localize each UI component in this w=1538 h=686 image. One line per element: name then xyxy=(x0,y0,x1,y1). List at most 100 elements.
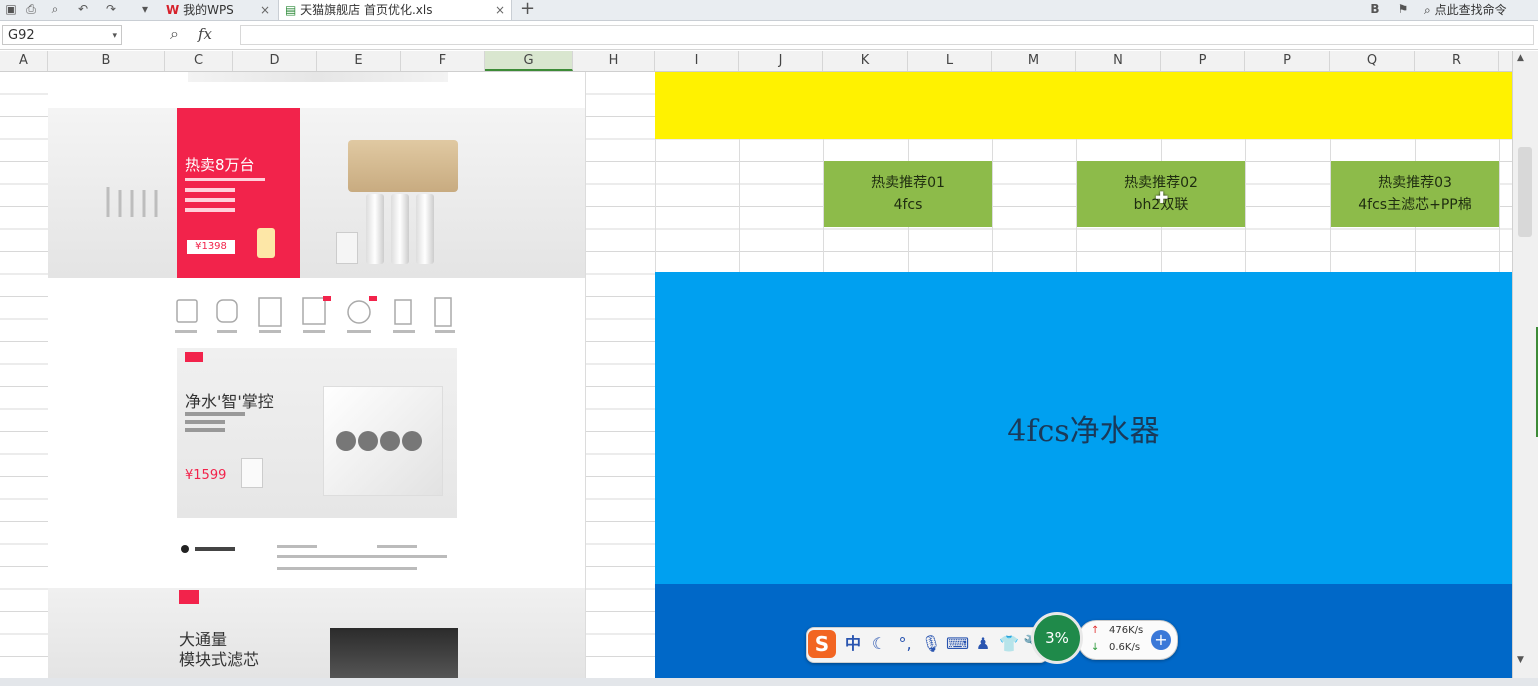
gift-icon xyxy=(257,228,275,258)
skin-icon[interactable]: B xyxy=(1368,2,1382,16)
search-icon: ⌕ xyxy=(1424,3,1431,17)
filter-cartridge xyxy=(366,194,384,264)
main-product-block[interactable]: 4fcs净水器 xyxy=(655,272,1512,584)
upload-speed: 476K/s xyxy=(1109,625,1144,636)
microphone-icon[interactable]: 🎙 xyxy=(920,632,942,656)
hot-recommend-cell-1[interactable]: 热卖推荐01 4fcs xyxy=(824,161,992,227)
glass-icon xyxy=(241,458,263,488)
download-icon: ↓ xyxy=(1091,642,1100,653)
grid-line xyxy=(585,72,586,678)
flag-icon[interactable]: ⚑ xyxy=(1396,2,1410,16)
new-tab-button[interactable]: + xyxy=(520,0,535,19)
close-icon[interactable]: × xyxy=(260,0,270,20)
column-header[interactable]: I xyxy=(655,51,739,71)
moon-icon[interactable]: ☾ xyxy=(868,632,890,656)
cell-title: 热卖推荐03 xyxy=(1378,175,1452,191)
vertical-scrollbar[interactable]: ▲ ▼ xyxy=(1512,51,1538,678)
command-search-label: 点此查找命令 xyxy=(1434,3,1507,17)
tab-my-wps[interactable]: W 我的WPS × xyxy=(160,0,278,20)
column-header[interactable]: E xyxy=(317,51,401,71)
tab-label: 天猫旗舰店 首页优化.xls xyxy=(300,3,433,17)
chevron-down-icon[interactable]: ▾ xyxy=(138,2,152,16)
filter-module-image xyxy=(330,628,458,678)
promo-feature xyxy=(185,188,235,192)
undo-icon[interactable]: ↶ xyxy=(76,2,90,16)
accelerate-plus-icon[interactable]: + xyxy=(1151,630,1171,650)
preview-icon[interactable]: ⌕ xyxy=(48,2,62,16)
cell-subtitle: 4fcs xyxy=(893,197,923,213)
image-top-strip xyxy=(188,72,448,82)
wps-logo-icon: W xyxy=(166,3,180,17)
cell-title: 热卖推荐01 xyxy=(871,175,945,191)
column-header[interactable]: L xyxy=(908,51,992,71)
price-tag: ¥1398 xyxy=(187,240,235,254)
punctuation-icon[interactable]: °, xyxy=(894,632,916,656)
feature-line xyxy=(185,412,245,416)
chevron-down-icon[interactable]: ▾ xyxy=(112,26,117,46)
save-icon[interactable]: ▣ xyxy=(4,2,18,16)
red-promo-panel: 热卖8万台 ¥1398 xyxy=(177,108,300,278)
column-header[interactable]: M xyxy=(992,51,1076,71)
tab-label: 我的WPS xyxy=(183,3,234,17)
command-search[interactable]: ⌕ 点此查找命令 xyxy=(1424,0,1507,20)
feature-icon-row xyxy=(173,296,463,336)
column-header[interactable]: C xyxy=(165,51,233,71)
main-product-label: 4fcs净水器 xyxy=(1007,414,1160,449)
hot-recommend-cell-3[interactable]: 热卖推荐03 4fcs主滤芯+PP棉 xyxy=(1331,161,1499,227)
banner-2: 净水'智'掌控 ¥1599 xyxy=(177,348,457,518)
shirt-icon[interactable]: 👕 xyxy=(998,632,1020,656)
redo-icon[interactable]: ↷ xyxy=(104,2,118,16)
red-badge xyxy=(179,590,199,604)
column-header[interactable]: N xyxy=(1076,51,1161,71)
promo-title: 热卖8万台 xyxy=(185,156,255,174)
column-header[interactable]: F xyxy=(401,51,485,71)
tab-spreadsheet[interactable]: ▤ 天猫旗舰店 首页优化.xls × xyxy=(278,0,512,20)
column-header[interactable]: R xyxy=(1415,51,1499,71)
column-header[interactable]: D xyxy=(233,51,317,71)
sheet-file-icon: ▤ xyxy=(285,3,297,17)
sheet-tab-bar[interactable] xyxy=(0,678,1538,686)
print-icon[interactable]: ⎙ xyxy=(24,2,38,16)
scrollbar-thumb[interactable] xyxy=(1518,147,1532,237)
filter-cartridge xyxy=(391,194,409,264)
move-cursor-icon: ✚ xyxy=(1155,188,1169,207)
column-header[interactable]: H xyxy=(573,51,655,71)
function-icon[interactable]: fx xyxy=(198,25,212,43)
price-tag: ¥1599 xyxy=(185,468,227,483)
promo-feature xyxy=(185,208,235,212)
banner-3: 大通量 模块式滤芯 xyxy=(48,588,585,678)
sogou-logo-icon[interactable]: S xyxy=(808,630,836,658)
upload-icon: ↑ xyxy=(1091,625,1100,636)
scroll-up-icon[interactable]: ▲ xyxy=(1517,53,1524,63)
close-icon[interactable]: × xyxy=(495,0,505,20)
glass-icon xyxy=(336,232,358,264)
formula-input[interactable] xyxy=(240,25,1534,45)
embedded-webpage-image[interactable]: 热卖8万台 ¥1398 净水'智'掌控 ¥1599 大通量 模块式滤芯 xyxy=(48,72,585,678)
scroll-down-icon[interactable]: ▼ xyxy=(1517,655,1524,665)
column-header[interactable]: Q xyxy=(1330,51,1415,71)
column-header[interactable]: P xyxy=(1245,51,1330,71)
net-monitor-panel[interactable]: ↑ 476K/s ↓ 0.6K/s + xyxy=(1078,620,1178,660)
feature-line xyxy=(185,420,225,424)
column-header[interactable]: P xyxy=(1161,51,1245,71)
banner-2-title: 净水'智'掌控 xyxy=(185,392,274,411)
zoom-icon[interactable]: ⌕ xyxy=(170,24,179,44)
yellow-header-band[interactable] xyxy=(655,72,1512,139)
name-box[interactable]: G92 ▾ xyxy=(2,25,122,45)
column-header[interactable]: B xyxy=(48,51,165,71)
cell-reference: G92 xyxy=(8,28,35,43)
keyboard-icon[interactable]: ⌨ xyxy=(946,632,969,656)
banner-3-title-line2: 模块式滤芯 xyxy=(179,650,260,669)
purifier-panel xyxy=(323,386,443,496)
column-header-selected[interactable]: G xyxy=(485,51,573,71)
ime-mode-label[interactable]: 中 xyxy=(842,632,864,656)
user-icon[interactable]: ♟ xyxy=(972,632,994,656)
column-header[interactable]: K xyxy=(823,51,908,71)
memory-usage-circle[interactable]: 3% xyxy=(1031,612,1083,664)
download-speed: 0.6K/s xyxy=(1109,642,1141,653)
spec-table xyxy=(177,537,457,577)
column-header[interactable]: A xyxy=(0,51,48,71)
promo-feature xyxy=(185,198,235,202)
column-header[interactable]: J xyxy=(739,51,823,71)
cell-subtitle: 4fcs主滤芯+PP棉 xyxy=(1358,197,1472,213)
